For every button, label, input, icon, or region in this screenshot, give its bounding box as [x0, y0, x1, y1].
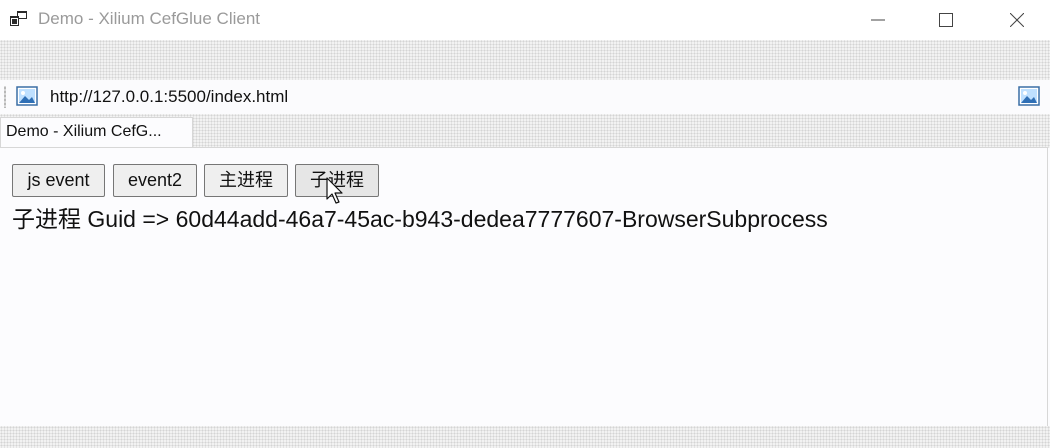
toolbar-grip[interactable] — [4, 86, 6, 108]
browser-content: js event event2 主进程 子进程 子进程 Guid => 60d4… — [0, 147, 1048, 426]
app-window-icon — [10, 11, 27, 26]
status-strip — [0, 426, 1050, 448]
event2-button[interactable]: event2 — [113, 164, 197, 197]
arrow-cursor-icon — [326, 177, 343, 204]
minimize-button[interactable] — [855, 0, 901, 40]
tab-label: Demo - Xilium CefG... — [6, 123, 162, 140]
address-toolbar: http://127.0.0.1:5500/index.html — [0, 80, 1050, 114]
window-title: Demo - Xilium CefGlue Client — [38, 9, 261, 28]
maximize-icon — [939, 13, 953, 27]
minimize-icon — [871, 19, 885, 21]
main-process-button[interactable]: 主进程 — [204, 164, 288, 197]
image-icon[interactable] — [16, 85, 38, 107]
maximize-button[interactable] — [923, 0, 969, 40]
close-icon — [1010, 13, 1024, 27]
js-event-button[interactable]: js event — [12, 164, 105, 197]
menu-strip — [0, 40, 1050, 80]
title-bar[interactable]: Demo - Xilium CefGlue Client — [0, 0, 1050, 40]
tab-demo[interactable]: Demo - Xilium CefG... — [0, 117, 193, 148]
tab-strip: Demo - Xilium CefG... — [0, 114, 1050, 148]
browser-window: Demo - Xilium CefGlue Client http://127.… — [0, 0, 1050, 448]
url-display[interactable]: http://127.0.0.1:5500/index.html — [50, 87, 288, 107]
close-button[interactable] — [994, 0, 1040, 40]
result-text: 子进程 Guid => 60d44add-46a7-45ac-b943-dede… — [12, 206, 828, 232]
image-icon[interactable] — [1018, 85, 1040, 107]
